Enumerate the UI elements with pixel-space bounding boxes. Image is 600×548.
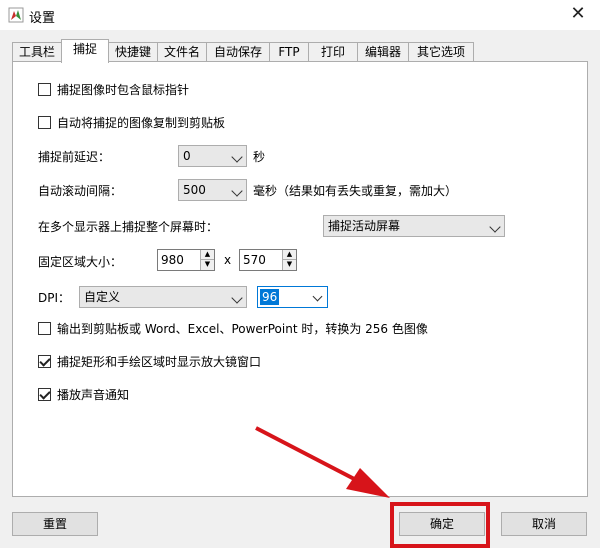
ok-button-highlight	[390, 502, 490, 548]
cancel-button[interactable]: 取消	[501, 512, 587, 536]
annotation-arrow-icon	[255, 426, 390, 498]
reset-button[interactable]: 重置	[12, 512, 98, 536]
tab-capture[interactable]: 捕捉	[61, 39, 109, 63]
